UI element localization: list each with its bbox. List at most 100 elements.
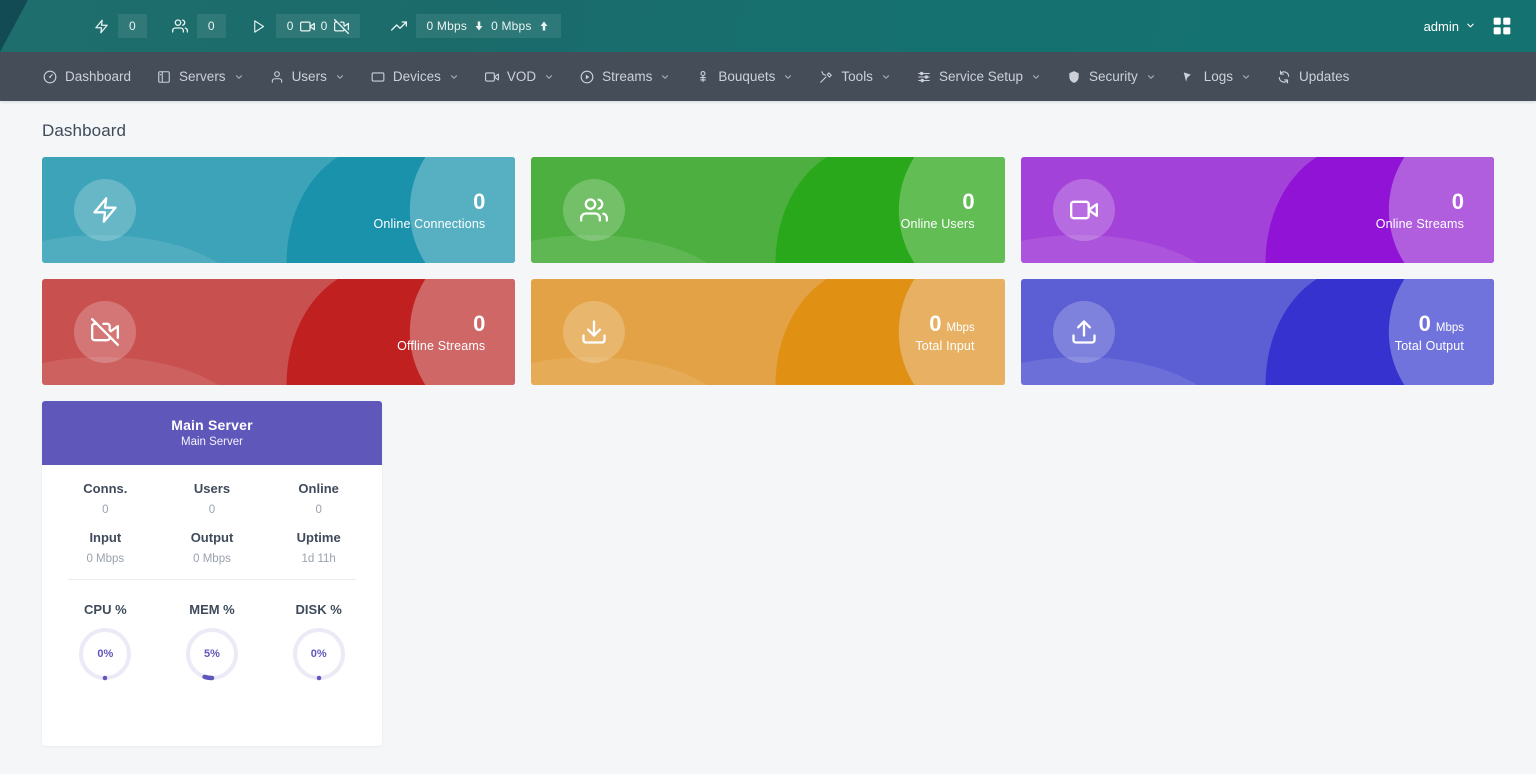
chevron-down-icon: [1146, 72, 1156, 82]
play-icon: [242, 14, 276, 38]
server-stat-users: Users 0: [159, 481, 266, 516]
topbar-streams-stat[interactable]: 0 0: [242, 0, 360, 52]
server-stat-input: Input 0 Mbps: [52, 530, 159, 565]
server-stat-uptime: Uptime 1d 11h: [265, 530, 372, 565]
nav-item-streams[interactable]: Streams: [567, 52, 683, 101]
gauge-disk: DISK % 0%: [265, 602, 372, 682]
stat-card-online-streams[interactable]: 0 Online Streams: [1021, 157, 1494, 263]
gauge-label: MEM %: [159, 602, 266, 617]
nav-label: Tools: [841, 69, 873, 84]
topbar-users-value: 0: [197, 14, 226, 38]
nav-label: Logs: [1204, 69, 1233, 84]
nav-item-devices[interactable]: Devices: [358, 52, 472, 101]
device-icon: [371, 70, 385, 84]
card-label: Online Streams: [1376, 217, 1464, 231]
stat-value: 1d 11h: [265, 553, 372, 565]
nav-item-users[interactable]: Users: [257, 52, 358, 101]
stat-value: 0 Mbps: [52, 553, 159, 565]
video-icon: [1053, 179, 1115, 241]
card-label: Online Users: [901, 217, 975, 231]
stat-key: Online: [265, 481, 372, 496]
nav-label: Servers: [179, 69, 226, 84]
topbar-right: admin: [1424, 16, 1536, 36]
card-text: 0Mbps Total Input: [915, 311, 974, 353]
gauge-cpu: CPU % 0%: [52, 602, 159, 682]
nav-item-service-setup[interactable]: Service Setup: [904, 52, 1054, 101]
nav-item-servers[interactable]: Servers: [144, 52, 257, 101]
nav-item-bouquets[interactable]: Bouquets: [683, 52, 806, 101]
topbar-output-value: 0 Mbps: [491, 19, 532, 33]
video-off-icon: [334, 19, 349, 34]
nav-label: Users: [292, 69, 327, 84]
server-stat-output: Output 0 Mbps: [159, 530, 266, 565]
nav-item-dashboard[interactable]: Dashboard: [30, 52, 144, 101]
card-value-unit: Mbps: [1436, 322, 1464, 334]
gauge-mem: MEM % 5%: [159, 602, 266, 682]
card-text: 0 Online Streams: [1376, 189, 1464, 231]
server-icon: [157, 70, 171, 84]
card-value: 0: [374, 189, 486, 214]
gauge-value: 0%: [291, 626, 347, 682]
nav-item-security[interactable]: Security: [1054, 52, 1169, 101]
topbar-stats: 0 0 0 0: [84, 0, 561, 52]
logs-icon: [1182, 70, 1196, 84]
servers-row: Main Server Main Server Conns. 0 Users 0…: [42, 401, 1494, 746]
card-value: 0Mbps: [1395, 311, 1464, 336]
nav-label: Streams: [602, 69, 652, 84]
server-card-spacer: [52, 682, 372, 742]
stat-card-total-output[interactable]: 0Mbps Total Output: [1021, 279, 1494, 385]
stat-card-total-input[interactable]: 0Mbps Total Input: [531, 279, 1004, 385]
server-card-body: Conns. 0 Users 0 Online 0 Input: [42, 465, 382, 746]
chevron-down-icon: [1465, 19, 1476, 34]
chevron-down-icon: [783, 72, 793, 82]
account-menu[interactable]: admin: [1424, 19, 1476, 34]
card-value: 0: [1376, 189, 1464, 214]
gauge-value: 0%: [77, 626, 133, 682]
card-value-number: 0: [473, 311, 485, 336]
grid-apps-icon[interactable]: [1492, 16, 1512, 36]
card-value-number: 0: [1452, 189, 1464, 214]
topbar-bandwidth-pill: 0 Mbps 0 Mbps: [416, 14, 561, 38]
sliders-icon: [917, 70, 931, 84]
video-icon: [300, 19, 315, 34]
nav-label: Devices: [393, 69, 441, 84]
nav-item-logs[interactable]: Logs: [1169, 52, 1264, 101]
nav-item-updates[interactable]: Updates: [1264, 52, 1362, 101]
nav-label: VOD: [507, 69, 536, 84]
stat-key: Uptime: [265, 530, 372, 545]
bolt-icon: [84, 14, 118, 38]
server-resource-gauges: CPU % 0% MEM %: [52, 580, 372, 682]
topbar-corner-decoration: [0, 0, 28, 52]
nav-item-vod[interactable]: VOD: [472, 52, 567, 101]
stat-card-online-connections[interactable]: 0 Online Connections: [42, 157, 515, 263]
card-value: 0: [397, 311, 485, 336]
stream-icon: [580, 70, 594, 84]
refresh-icon: [1277, 70, 1291, 84]
topbar-connections-stat[interactable]: 0: [84, 0, 147, 52]
nav-item-tools[interactable]: Tools: [806, 52, 904, 101]
card-label: Total Input: [915, 339, 974, 353]
topbar-connections-value: 0: [118, 14, 147, 38]
stat-card-offline-streams[interactable]: 0 Offline Streams: [42, 279, 515, 385]
user-icon: [270, 70, 284, 84]
stat-key: Input: [52, 530, 159, 545]
topbar-bandwidth-stat[interactable]: 0 Mbps 0 Mbps: [382, 0, 561, 52]
stat-card-online-users[interactable]: 0 Online Users: [531, 157, 1004, 263]
chevron-down-icon: [660, 72, 670, 82]
video-off-icon: [74, 301, 136, 363]
users-icon: [163, 14, 197, 38]
topbar-users-stat[interactable]: 0: [163, 0, 226, 52]
chevron-down-icon: [1241, 72, 1251, 82]
gauge-label: CPU %: [52, 602, 159, 617]
chevron-down-icon: [234, 72, 244, 82]
topbar-streams-offline-value: 0: [321, 19, 328, 33]
page-content: Dashboard 0 Online Connections: [0, 101, 1536, 746]
server-card-main-server[interactable]: Main Server Main Server Conns. 0 Users 0…: [42, 401, 382, 746]
server-stats-row-1: Conns. 0 Users 0 Online 0: [52, 481, 372, 516]
card-value-number: 0: [473, 189, 485, 214]
nav-label: Bouquets: [718, 69, 775, 84]
gauge-ring-mem: 5%: [184, 626, 240, 682]
stat-key: Conns.: [52, 481, 159, 496]
stat-value: 0: [159, 504, 266, 516]
video-icon: [485, 70, 499, 84]
